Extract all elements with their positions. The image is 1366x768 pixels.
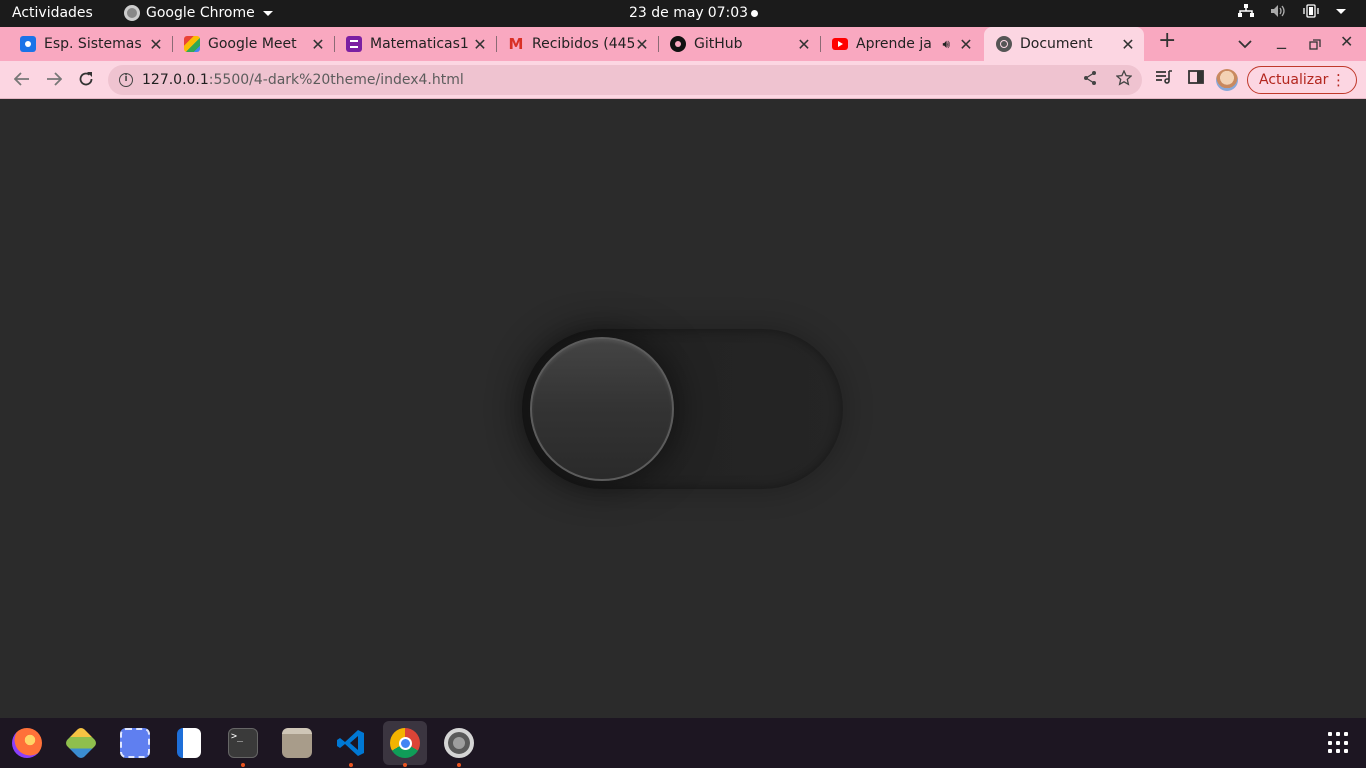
share-icon[interactable] — [1082, 70, 1098, 86]
clock[interactable]: 23 de may 07:03 — [629, 5, 748, 21]
close-tab-icon[interactable]: ✕ — [472, 35, 488, 54]
tab-github[interactable]: GitHub ✕ — [658, 27, 821, 61]
minimize-button[interactable]: _ — [1277, 29, 1286, 50]
chrome-icon — [124, 5, 140, 21]
browser-toolbar: i 127.0.0.1:5500/4-dark%20theme/index4.h… — [0, 61, 1366, 99]
theme-toggle-switch[interactable] — [522, 329, 843, 489]
running-indicator — [349, 763, 353, 767]
forward-button[interactable] — [42, 67, 66, 91]
reading-list-icon[interactable] — [1155, 69, 1173, 89]
close-tab-icon[interactable]: ✕ — [310, 35, 326, 54]
restore-button[interactable] — [1309, 35, 1321, 56]
profile-avatar[interactable] — [1216, 69, 1238, 91]
network-icon — [1238, 4, 1254, 17]
close-tab-icon[interactable]: ✕ — [148, 35, 164, 54]
close-tab-icon[interactable]: ✕ — [796, 35, 812, 54]
page-viewport — [0, 100, 1366, 718]
tab-document[interactable]: Document ✕ — [984, 27, 1144, 61]
terminal-icon: >_ — [228, 728, 258, 758]
forms-icon — [346, 36, 362, 52]
files-icon — [282, 728, 312, 758]
writer-icon — [177, 728, 201, 758]
toggle-knob[interactable] — [530, 337, 674, 481]
url-path: :5500/4-dark%20theme/index4.html — [208, 72, 464, 88]
tab-strip: Esp. Sistemas ✕ Google Meet ✕ Matematica… — [0, 27, 1366, 61]
side-panel-icon[interactable] — [1188, 69, 1204, 89]
activities-button[interactable]: Actividades — [12, 5, 93, 21]
tab-matematicas[interactable]: Matematicas1 ✕ — [334, 27, 497, 61]
tab-title: Document — [1020, 36, 1093, 52]
firefox-icon — [12, 728, 42, 758]
system-menu[interactable] — [1238, 4, 1346, 18]
close-window-button[interactable]: ✕ — [1340, 32, 1353, 51]
volume-icon — [1271, 5, 1285, 17]
back-button[interactable] — [10, 67, 34, 91]
bookmark-star-icon[interactable] — [1116, 70, 1132, 86]
notification-dot-icon — [751, 10, 758, 17]
gmail-icon: M — [508, 35, 524, 53]
tab-recibidos[interactable]: M Recibidos (445 ✕ — [496, 27, 659, 61]
tab-google-meet[interactable]: Google Meet ✕ — [172, 27, 335, 61]
tab-search-chevron-icon[interactable] — [1238, 33, 1252, 54]
tab-title: Matematicas1 — [370, 36, 469, 52]
battery-icon — [1303, 4, 1319, 18]
meet-icon — [184, 36, 200, 52]
dock-firefox[interactable] — [5, 721, 49, 765]
tab-esp-sistemas[interactable]: Esp. Sistemas ✕ — [10, 27, 173, 61]
close-tab-icon[interactable]: ✕ — [1120, 35, 1136, 54]
more-vert-icon[interactable]: ⋮ — [1331, 71, 1346, 89]
time-label: 07:03 — [707, 5, 749, 21]
show-applications-icon[interactable] — [1328, 732, 1350, 754]
dock-terminal[interactable]: >_ — [221, 721, 265, 767]
chrome-icon — [390, 728, 420, 758]
netbeans-icon — [64, 726, 98, 760]
tab-title: Esp. Sistemas — [44, 36, 142, 52]
dock-netbeans[interactable] — [59, 721, 103, 765]
running-indicator — [457, 763, 461, 767]
running-indicator — [403, 763, 407, 767]
youtube-icon — [832, 38, 848, 50]
screenshot-icon — [120, 728, 150, 758]
globe-icon — [996, 36, 1012, 52]
dock-screenshot[interactable] — [113, 721, 157, 765]
audio-playing-icon[interactable]: 🔊︎ — [942, 37, 950, 52]
tab-title: Google Meet — [208, 36, 297, 52]
dock-files[interactable] — [275, 721, 319, 765]
dock: >_ — [0, 718, 1366, 768]
date-label: 23 de may — [629, 5, 704, 21]
new-tab-button[interactable]: + — [1158, 28, 1176, 53]
dock-settings[interactable] — [437, 721, 481, 767]
reload-button[interactable] — [74, 67, 98, 91]
site-info-icon[interactable]: i — [119, 73, 133, 87]
close-tab-icon[interactable]: ✕ — [634, 35, 650, 54]
tab-title: Recibidos (445 — [532, 36, 634, 52]
url-host: 127.0.0.1 — [142, 72, 209, 88]
tab-title: GitHub — [694, 36, 743, 52]
chevron-down-icon — [262, 10, 273, 16]
settings-gear-icon — [444, 728, 474, 758]
update-label: Actualizar — [1259, 72, 1329, 88]
system-top-bar: Actividades Google Chrome 23 de may 07:0… — [0, 0, 1366, 27]
close-tab-icon[interactable]: ✕ — [958, 35, 974, 54]
tab-title: Aprende ja — [856, 36, 932, 52]
vscode-icon — [337, 730, 364, 756]
app-menu[interactable]: Google Chrome — [124, 5, 273, 21]
classroom-icon — [20, 36, 36, 52]
address-bar[interactable]: i 127.0.0.1:5500/4-dark%20theme/index4.h… — [108, 65, 1142, 95]
dock-vscode[interactable] — [329, 721, 373, 767]
update-button[interactable]: Actualizar ⋮ — [1247, 66, 1357, 94]
dock-chrome[interactable] — [383, 721, 427, 767]
chevron-down-icon — [1336, 8, 1346, 14]
tab-aprende[interactable]: Aprende ja 🔊︎ ✕ — [820, 27, 982, 61]
dock-writer[interactable] — [167, 721, 211, 765]
running-indicator — [241, 763, 245, 767]
github-icon — [670, 36, 686, 52]
app-name: Google Chrome — [146, 5, 255, 21]
